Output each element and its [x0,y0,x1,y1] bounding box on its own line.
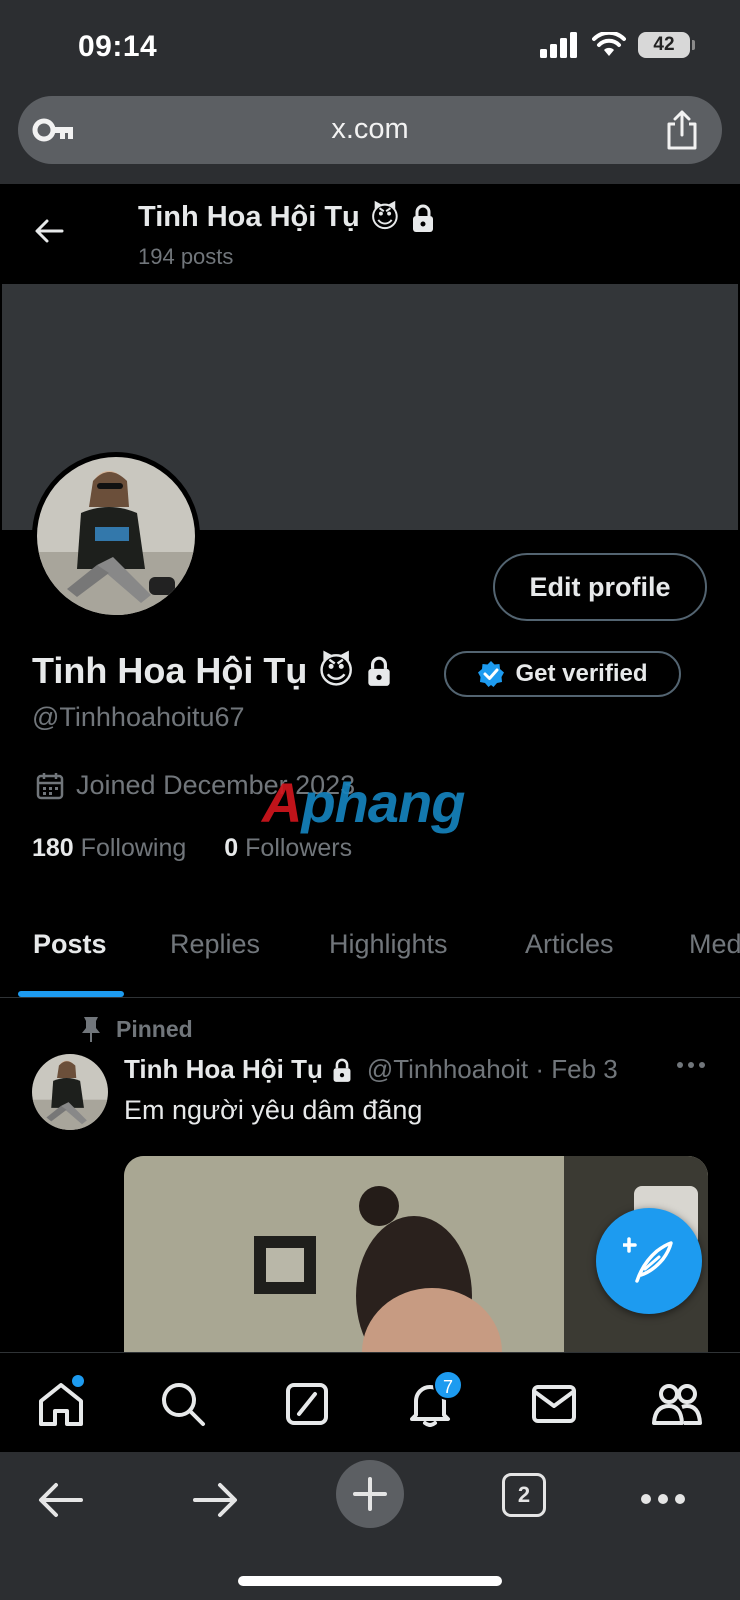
post-header: Tinh Hoa Hội Tụ @Tinhhoahoit · Feb 3 [124,1054,692,1085]
new-tab-button[interactable] [336,1460,404,1528]
pinned-indicator: Pinned [80,1015,193,1043]
post-author-name: Tinh Hoa Hội Tụ [124,1054,323,1084]
active-tab-indicator [18,991,124,997]
following-count: 180 [32,834,74,862]
tab-highlights[interactable]: Highlights [329,929,448,960]
compose-post-button[interactable] [596,1208,702,1314]
lock-icon [368,656,390,686]
get-verified-label: Get verified [515,660,648,687]
grok-icon [286,1383,328,1425]
following-label: Following [80,834,187,862]
devil-emoji-icon: 😈 [317,650,355,691]
verified-badge-icon [478,661,505,687]
nav-communities[interactable] [650,1377,704,1431]
tab-articles[interactable]: Articles [525,929,614,960]
following-link[interactable]: 180 Following [32,834,186,863]
communities-icon [652,1384,702,1425]
tabs-overview-button[interactable]: 2 [502,1473,546,1517]
post-author[interactable]: Tinh Hoa Hội Tụ [124,1054,353,1085]
bottom-navigation [0,1352,740,1452]
status-time: 09:14 [78,30,158,63]
post-handle: @Tinhhoahoit [366,1054,529,1084]
share-icon[interactable] [664,110,700,150]
chevron-left-icon[interactable] [38,1480,84,1520]
get-verified-button[interactable]: Get verified [444,651,681,697]
followers-link[interactable]: 0 Followers [224,834,352,863]
home-unread-dot [72,1375,84,1387]
lock-icon [413,204,434,232]
aphang-watermark: Aphang [262,771,465,834]
home-indicator[interactable] [238,1576,502,1586]
follow-stats: 180 Following 0 Followers [32,834,352,863]
url-text[interactable]: x.com [18,113,722,146]
post-date: Feb 3 [551,1054,618,1084]
chevron-right-icon[interactable] [192,1480,238,1520]
post-text: Em người yêu dâm đãng [124,1095,423,1125]
tab-posts[interactable]: Posts [33,929,107,960]
tab-media[interactable]: Media [689,929,740,960]
compose-icon [623,1237,673,1283]
battery-indicator: 42 [638,32,695,58]
wifi-icon [592,32,626,56]
search-icon [162,1383,205,1426]
lock-icon [333,1058,351,1082]
status-icons: 42 [540,32,695,58]
followers-count: 0 [224,834,239,862]
header-name: Tinh Hoa Hội Tụ [138,201,360,233]
profile-name: Tinh Hoa Hội Tụ [32,650,308,691]
notifications-badge: 7 [433,1370,463,1400]
home-icon [39,1383,83,1426]
edit-profile-button[interactable]: Edit profile [493,553,707,621]
followers-label: Followers [245,834,353,862]
more-icon[interactable] [640,1492,686,1506]
profile-display-name: Tinh Hoa Hội Tụ 😈 [32,650,393,692]
browser-top-chrome: 09:14 42 x.com [0,0,740,184]
plus-icon [353,1477,387,1511]
more-icon[interactable] [676,1060,706,1070]
devil-emoji-icon: 😈 [369,202,401,234]
nav-search[interactable] [156,1377,210,1431]
header-post-count: 194 posts [138,244,234,269]
nav-messages[interactable] [527,1377,581,1431]
avatar-image [37,457,195,615]
calendar-icon [36,772,64,799]
profile-header-bar: Tinh Hoa Hội Tụ 😈 194 posts [0,184,740,284]
address-bar[interactable]: x.com [18,96,722,164]
pinned-label: Pinned [116,1015,193,1042]
cellular-signal-icon [540,32,577,58]
profile-tabs: Posts Replies Highlights Articles Media [0,905,740,998]
back-arrow-icon[interactable] [34,216,64,246]
tab-replies[interactable]: Replies [170,929,260,960]
post-meta: @Tinhhoahoit · Feb 3 [366,1054,618,1084]
profile-handle: @Tinhhoahoitu67 [32,702,245,732]
header-title: Tinh Hoa Hội Tụ 😈 [138,200,436,235]
nav-grok[interactable] [280,1377,334,1431]
profile-avatar[interactable] [32,452,200,620]
messages-icon [532,1385,576,1423]
post-avatar[interactable] [32,1054,108,1130]
pin-icon [82,1017,100,1042]
avatar-image [32,1054,108,1130]
